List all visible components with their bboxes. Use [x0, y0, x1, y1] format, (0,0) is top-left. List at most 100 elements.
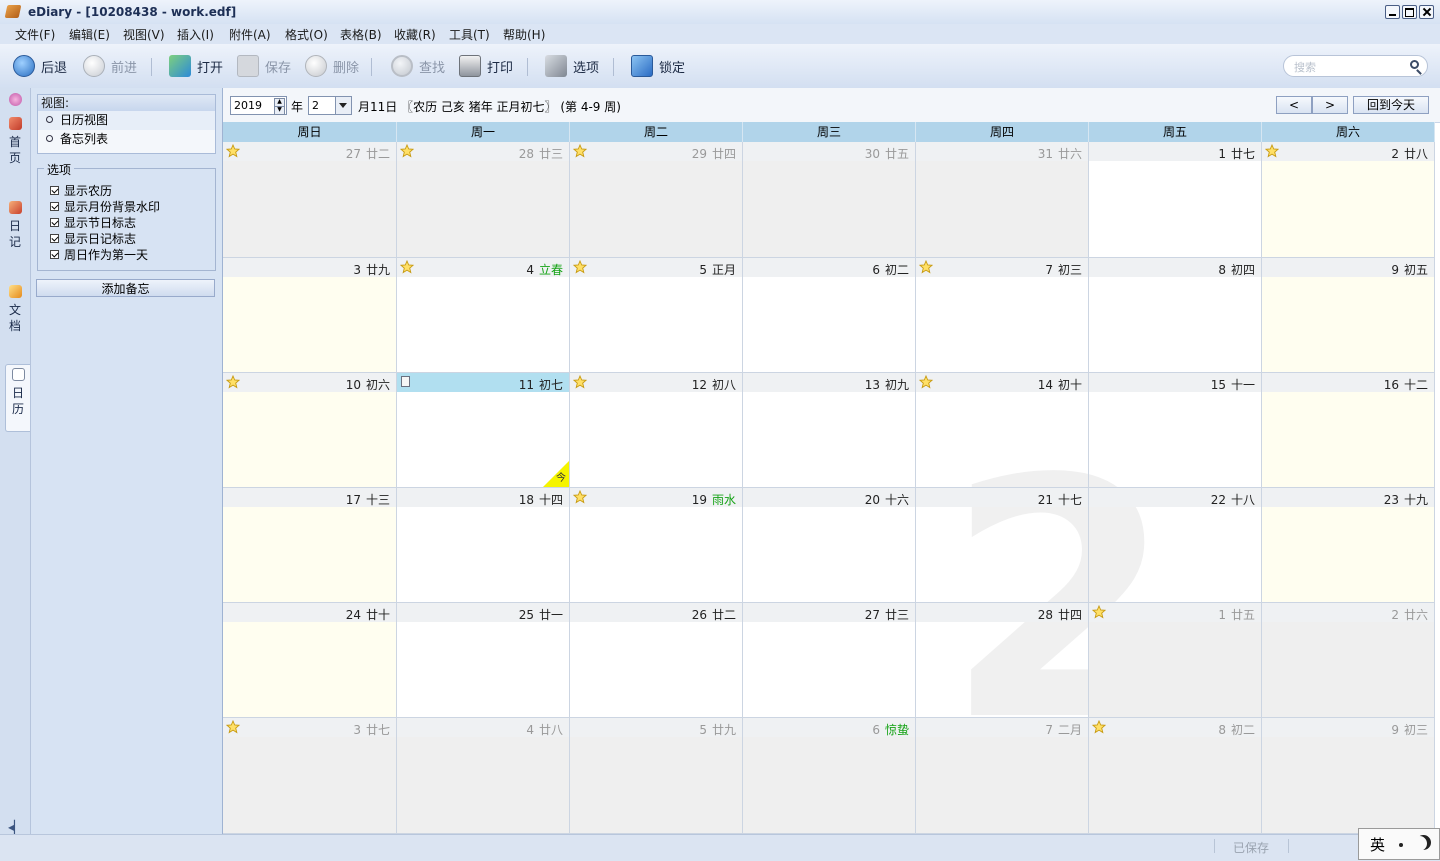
view-calendar[interactable]: 日历视图 [38, 111, 215, 130]
option-show-diary-mark[interactable]: 显示日记标志 [50, 231, 136, 247]
menu-help[interactable]: 帮助(H) [503, 26, 545, 43]
tab-docs[interactable]: 文档 [4, 282, 26, 334]
day-number: 17 [345, 493, 361, 507]
checkbox-icon[interactable] [50, 186, 59, 195]
calendar-day[interactable]: 31 廿六 [916, 142, 1089, 258]
calendar-day[interactable]: 6 初二 [743, 258, 916, 373]
calendar-day[interactable]: 20 十六 [743, 488, 916, 603]
view-memo-list[interactable]: 备忘列表 [38, 130, 215, 149]
calendar-day[interactable]: 9 初三 [1262, 718, 1435, 834]
menu-tools[interactable]: 工具(T) [449, 26, 490, 43]
calendar-day[interactable]: 6 惊蛰 [743, 718, 916, 834]
calendar-day[interactable]: 3 廿九 [223, 258, 397, 373]
close-button[interactable] [1419, 5, 1434, 19]
calendar-day[interactable]: 18 十四 [397, 488, 570, 603]
checkbox-icon[interactable] [50, 202, 59, 211]
calendar-day[interactable]: 24 廿十 [223, 603, 397, 718]
calendar-day[interactable]: 25 廿一 [397, 603, 570, 718]
calendar-day-today[interactable]: 11 初七今 [397, 373, 570, 488]
tab-home[interactable]: 首页 [4, 114, 26, 166]
calendar-day[interactable]: 14 初十 [916, 373, 1089, 488]
dropdown-arrow-icon[interactable] [335, 97, 351, 114]
calendar-day[interactable]: 7 初三 [916, 258, 1089, 373]
forward-button[interactable]: 前进 [83, 54, 137, 78]
menu-insert[interactable]: 插入(I) [177, 26, 214, 43]
prev-month-button[interactable]: < [1276, 96, 1312, 114]
calendar-day[interactable]: 23 十九 [1262, 488, 1435, 603]
tab-diary[interactable]: 日记 [4, 198, 26, 250]
day-header: 27 廿二 [223, 142, 396, 161]
option-show-watermark[interactable]: 显示月份背景水印 [50, 199, 160, 215]
calendar-day[interactable]: 5 廿九 [570, 718, 743, 834]
calendar-day[interactable]: 9 初五 [1262, 258, 1435, 373]
next-month-button[interactable]: > [1312, 96, 1348, 114]
calendar-day[interactable]: 28 廿三 [397, 142, 570, 258]
today-button[interactable]: 回到今天 [1353, 96, 1429, 114]
menu-attachment[interactable]: 附件(A) [229, 26, 271, 43]
options-button[interactable]: 选项 [545, 54, 599, 78]
calendar-day[interactable]: 4 立春 [397, 258, 570, 373]
calendar-day[interactable]: 1 廿五 [1089, 603, 1262, 718]
search-input[interactable]: 搜索 [1283, 55, 1428, 77]
calendar-day[interactable]: 3 廿七 [223, 718, 397, 834]
calendar-day[interactable]: 2 廿八 [1262, 142, 1435, 258]
ime-indicator[interactable]: 英 [1358, 828, 1440, 860]
collapse-arrow-icon[interactable]: ◂▏ [8, 820, 23, 834]
add-memo-button[interactable]: 添加备忘 [36, 279, 215, 297]
calendar-day[interactable]: 17 十三 [223, 488, 397, 603]
calendar-day[interactable]: 26 廿二 [570, 603, 743, 718]
month-select[interactable]: 2 [308, 96, 352, 115]
checkbox-icon[interactable] [50, 234, 59, 243]
day-number: 27 [345, 147, 361, 161]
calendar-day[interactable]: 10 初六 [223, 373, 397, 488]
menu-view[interactable]: 视图(V) [123, 26, 165, 43]
tab-calendar[interactable]: 日历 [5, 364, 30, 432]
menu-table[interactable]: 表格(B) [340, 26, 382, 43]
checkbox-icon[interactable] [50, 218, 59, 227]
flower-tab[interactable] [4, 90, 26, 110]
back-button[interactable]: 后退 [13, 54, 67, 78]
search-icon[interactable] [1410, 60, 1419, 69]
spin-down-icon[interactable]: ▼ [274, 106, 285, 115]
find-button[interactable]: 查找 [391, 54, 445, 78]
minimize-button[interactable] [1385, 5, 1400, 19]
calendar-day[interactable]: 1 廿七 [1089, 142, 1262, 258]
calendar-day[interactable]: 5 正月 [570, 258, 743, 373]
calendar-day[interactable]: 21 十七 [916, 488, 1089, 603]
calendar-day[interactable]: 22 十八 [1089, 488, 1262, 603]
menu-file[interactable]: 文件(F) [15, 26, 55, 43]
year-spinner[interactable]: 2019 ▲ ▼ [230, 96, 287, 115]
menu-favorites[interactable]: 收藏(R) [394, 26, 436, 43]
calendar-day[interactable]: 15 十一 [1089, 373, 1262, 488]
option-show-lunar[interactable]: 显示农历 [50, 183, 112, 199]
save-button[interactable]: 保存 [237, 54, 291, 78]
menu-edit[interactable]: 编辑(E) [69, 26, 110, 43]
print-button[interactable]: 打印 [459, 54, 513, 78]
day-number: 4 [526, 263, 534, 277]
calendar-day[interactable]: 29 廿四 [570, 142, 743, 258]
option-sunday-first[interactable]: 周日作为第一天 [50, 247, 148, 263]
menu-bar: 文件(F) 编辑(E) 视图(V) 插入(I) 附件(A) 格式(O) 表格(B… [0, 24, 1440, 44]
open-button[interactable]: 打开 [169, 54, 223, 78]
day-number: 28 [1037, 608, 1053, 622]
maximize-button[interactable] [1402, 5, 1417, 19]
calendar-day[interactable]: 8 初二 [1089, 718, 1262, 834]
calendar-day[interactable]: 16 十二 [1262, 373, 1435, 488]
calendar-day[interactable]: 2 廿六 [1262, 603, 1435, 718]
calendar-day[interactable]: 27 廿二 [223, 142, 397, 258]
calendar-day[interactable]: 30 廿五 [743, 142, 916, 258]
menu-format[interactable]: 格式(O) [285, 26, 328, 43]
calendar-day[interactable]: 13 初九 [743, 373, 916, 488]
lunar-date: 初八 [711, 378, 736, 392]
calendar-day[interactable]: 27 廿三 [743, 603, 916, 718]
calendar-day[interactable]: 7 二月 [916, 718, 1089, 834]
lock-button[interactable]: 锁定 [631, 54, 685, 78]
delete-button[interactable]: 删除 [305, 54, 359, 78]
option-show-holiday[interactable]: 显示节日标志 [50, 215, 136, 231]
calendar-day[interactable]: 19 雨水 [570, 488, 743, 603]
calendar-day[interactable]: 12 初八 [570, 373, 743, 488]
calendar-day[interactable]: 28 廿四 [916, 603, 1089, 718]
checkbox-icon[interactable] [50, 250, 59, 259]
calendar-day[interactable]: 8 初四 [1089, 258, 1262, 373]
calendar-day[interactable]: 4 廿八 [397, 718, 570, 834]
